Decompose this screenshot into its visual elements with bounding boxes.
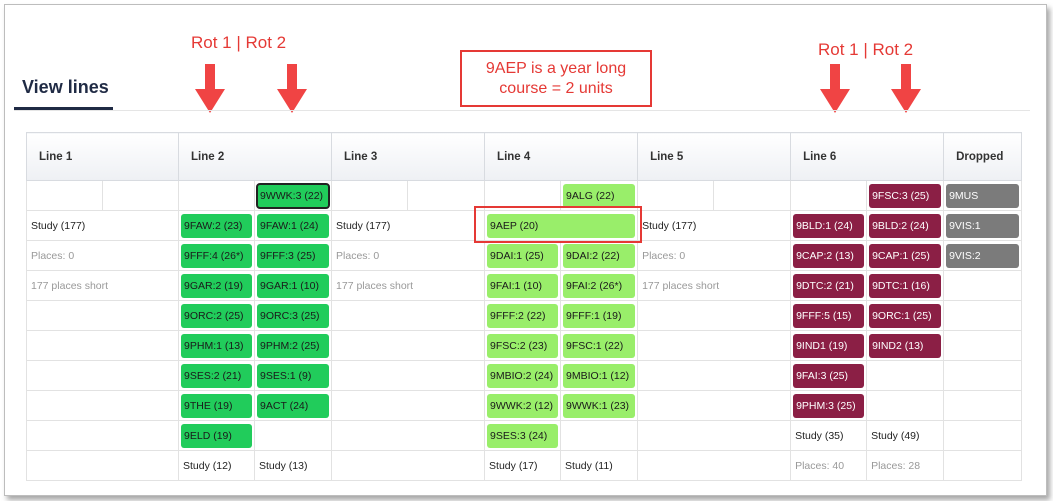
class-chip[interactable]: 9ACT (24)	[257, 393, 330, 418]
places-count: Places: 0	[336, 249, 380, 262]
class-chip[interactable]: 9THE (19)	[181, 393, 253, 418]
places-short: 177 places short	[642, 279, 720, 292]
column-header-dropped: Dropped	[943, 132, 1023, 181]
study-count: Study (177)	[336, 219, 391, 232]
class-chip[interactable]: 9FAI:3 (25)	[793, 363, 865, 388]
class-chip[interactable]: 9GAR:1 (10)	[257, 273, 330, 298]
class-chip-9aep[interactable]: 9AEP (20)	[487, 213, 636, 238]
tab-view-lines[interactable]: View lines	[22, 77, 109, 98]
class-chip[interactable]: 9FFF:4 (26*)	[181, 243, 253, 268]
arrow-down-icon	[820, 64, 850, 114]
table-row: 9SES:2 (21) 9SES:1 (9) 9MBIO:2 (24) 9MBI…	[25, 360, 1023, 391]
table-row: 177 places short 9GAR:2 (19) 9GAR:1 (10)…	[25, 270, 1023, 301]
column-header-line-5: Line 5	[637, 132, 792, 181]
places-short: 177 places short	[31, 279, 109, 292]
class-chip[interactable]: 9ORC:1 (25)	[869, 303, 942, 328]
rot-label-left: Rot 1 | Rot 2	[191, 33, 287, 52]
class-chip[interactable]: 9PHM:3 (25)	[793, 393, 865, 418]
class-chip[interactable]: 9ORC:3 (25)	[257, 303, 330, 328]
class-chip[interactable]: 9WWK:3 (22)	[256, 182, 331, 209]
class-chip[interactable]: 9FSC:2 (23)	[487, 333, 559, 358]
class-chip[interactable]: 9WWK:1 (23)	[563, 393, 636, 418]
study-count: Study (177)	[31, 219, 86, 232]
class-chip[interactable]: 9FFF:3 (25)	[257, 243, 330, 268]
class-chip[interactable]: 9BLD:2 (24)	[869, 213, 942, 238]
table-row: Study (177) 9FAW:2 (23) 9FAW:1 (24) Stud…	[25, 210, 1023, 241]
study-count: Study (177)	[642, 219, 697, 232]
class-chip[interactable]: 9PHM:1 (13)	[181, 333, 253, 358]
class-chip[interactable]: 9GAR:2 (19)	[181, 273, 253, 298]
class-chip[interactable]: 9WWK:2 (12)	[487, 393, 559, 418]
study-count: Study (13)	[259, 459, 308, 472]
lines-table: Line 1 Line 2 Line 3 Line 4 Line 5 Line …	[25, 132, 1023, 481]
class-chip[interactable]: 9FSC:3 (25)	[869, 183, 942, 208]
class-chip[interactable]: 9BLD:1 (24)	[793, 213, 865, 238]
places-count: Places: 0	[642, 249, 686, 262]
class-chip[interactable]: 9ELD (19)	[181, 423, 253, 448]
class-chip[interactable]: 9FFF:2 (22)	[487, 303, 559, 328]
class-chip[interactable]: 9FAI:1 (10)	[487, 273, 559, 298]
class-chip[interactable]: 9ORC:2 (25)	[181, 303, 253, 328]
class-chip[interactable]: 9SES:2 (21)	[181, 363, 253, 388]
class-chip[interactable]: 9SES:3 (24)	[487, 423, 559, 448]
column-header-line-6: Line 6	[790, 132, 945, 181]
annotation-note: 9AEP is a year long course = 2 units	[460, 50, 652, 107]
study-count: Study (12)	[183, 459, 232, 472]
note-line-1: 9AEP is a year long	[485, 60, 627, 77]
places-short: 177 places short	[336, 279, 414, 292]
note-line-2: course = 2 units	[499, 80, 613, 97]
class-chip[interactable]: 9CAP:2 (13)	[793, 243, 865, 268]
class-chip[interactable]: 9DTC:1 (16)	[869, 273, 942, 298]
class-chip[interactable]: 9IND1 (19)	[793, 333, 865, 358]
table-row: 9ORC:2 (25) 9ORC:3 (25) 9FFF:2 (22) 9FFF…	[25, 300, 1023, 331]
study-count: Study (11)	[565, 459, 613, 472]
class-chip[interactable]: 9FFF:1 (19)	[563, 303, 636, 328]
table-row: Study (12) Study (13) Study (17) Study (…	[25, 450, 1023, 481]
places-count: Places: 28	[871, 459, 921, 472]
class-chip[interactable]: 9DAI:2 (22)	[563, 243, 636, 268]
column-header-line-1: Line 1	[25, 132, 180, 181]
class-chip[interactable]: 9MBIO:2 (24)	[487, 363, 559, 388]
class-chip[interactable]: 9FFF:5 (15)	[793, 303, 865, 328]
class-chip[interactable]: 9FSC:1 (22)	[563, 333, 636, 358]
arrow-down-icon	[195, 64, 225, 114]
class-chip[interactable]: 9ALG (22)	[563, 183, 636, 208]
header-row: Line 1 Line 2 Line 3 Line 4 Line 5 Line …	[25, 132, 1023, 181]
tab-divider	[14, 110, 1030, 111]
study-count: Study (49)	[871, 429, 920, 442]
study-count: Study (35)	[795, 429, 844, 442]
table-row: 9PHM:1 (13) 9PHM:2 (25) 9FSC:2 (23) 9FSC…	[25, 330, 1023, 361]
class-chip[interactable]: 9DAI:1 (25)	[487, 243, 559, 268]
dropped-chip[interactable]: 9VIS:1	[946, 213, 1020, 238]
column-header-line-3: Line 3	[331, 132, 486, 181]
arrow-down-icon	[277, 64, 307, 114]
class-chip[interactable]: 9IND2 (13)	[869, 333, 942, 358]
table-row: 9WWK:3 (22) 9ALG (22) 9FSC:3 (25) 9MUS	[26, 180, 1023, 211]
rot-label-right: Rot 1 | Rot 2	[818, 40, 914, 59]
class-chip[interactable]: 9SES:1 (9)	[257, 363, 330, 388]
class-chip[interactable]: 9FAI:2 (26*)	[563, 273, 636, 298]
class-chip[interactable]: 9MBIO:1 (12)	[563, 363, 636, 388]
class-chip[interactable]: 9DTC:2 (21)	[793, 273, 865, 298]
class-chip[interactable]: 9CAP:1 (25)	[869, 243, 942, 268]
arrow-down-icon	[891, 64, 921, 114]
table-row: 9THE (19) 9ACT (24) 9WWK:2 (12) 9WWK:1 (…	[25, 390, 1023, 421]
dropped-chip[interactable]: 9MUS	[946, 183, 1020, 208]
dropped-chip[interactable]: 9VIS:2	[946, 243, 1020, 268]
table-row: 9ELD (19) 9SES:3 (24) Study (35) Study (…	[25, 420, 1023, 451]
class-chip[interactable]: 9FAW:1 (24)	[257, 213, 330, 238]
class-chip[interactable]: 9FAW:2 (23)	[181, 213, 253, 238]
places-count: Places: 40	[795, 459, 845, 472]
places-count: Places: 0	[31, 249, 75, 262]
column-header-line-2: Line 2	[178, 132, 333, 181]
column-header-line-4: Line 4	[484, 132, 639, 181]
study-count: Study (17)	[489, 459, 538, 472]
class-chip[interactable]: 9PHM:2 (25)	[257, 333, 330, 358]
table-row: Places: 0 9FFF:4 (26*) 9FFF:3 (25) Place…	[25, 240, 1023, 271]
